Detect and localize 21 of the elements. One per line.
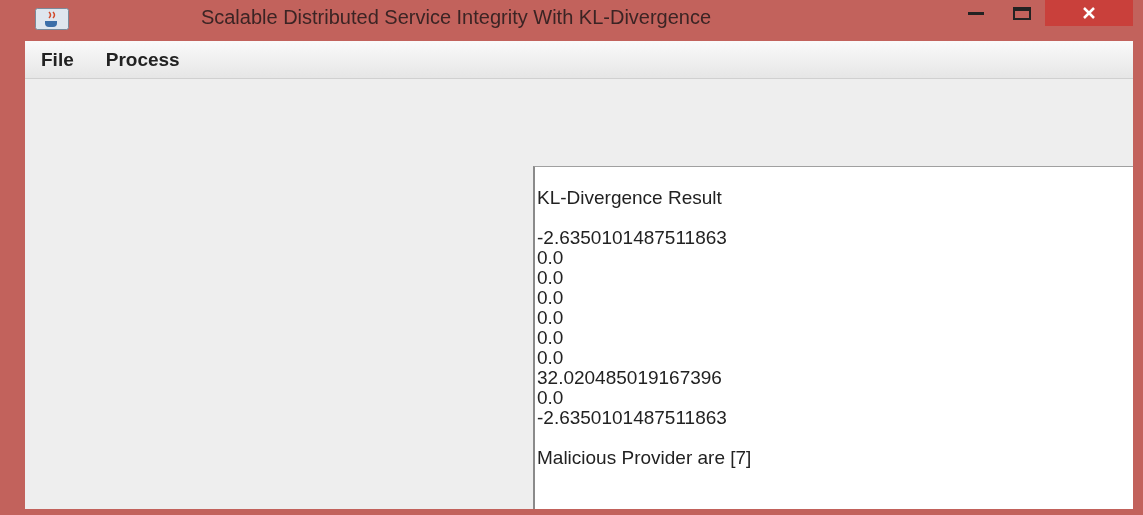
result-value: 0.0 (537, 308, 565, 328)
maximize-icon (1013, 6, 1031, 20)
result-value: 0.0 (537, 268, 565, 288)
result-value: -2.6350101487511863 (537, 408, 728, 428)
result-heading: KL-Divergence Result (537, 188, 723, 208)
coffee-cup-icon (35, 7, 69, 30)
minimize-icon (968, 10, 984, 16)
result-summary: Malicious Provider are [7] (537, 448, 753, 468)
menu-item[interactable]: Process (105, 48, 180, 71)
menu-item[interactable]: File (41, 48, 74, 71)
result-value: 32.020485019167396 (537, 368, 723, 388)
result-text-area[interactable]: KL-Divergence Result -2.6350101487511863 0.0 0.0 0.0 0.0 0.0 0.0 32.020485019167396 0.0 -2.6350101487511863 Malicious Provider are [7] (533, 166, 1133, 509)
result-value: 0.0 (537, 288, 565, 308)
result-value: 0.0 (537, 388, 565, 408)
result-value: 0.0 (537, 248, 565, 268)
result-value: 0.0 (537, 328, 565, 348)
close-icon (1082, 7, 1096, 19)
result-value: 0.0 (537, 348, 565, 368)
window-title: Scalable Distributed Service Integrity With KL-Divergence (199, 6, 713, 29)
close-button[interactable] (1045, 0, 1133, 26)
result-value: -2.6350101487511863 (537, 228, 728, 248)
